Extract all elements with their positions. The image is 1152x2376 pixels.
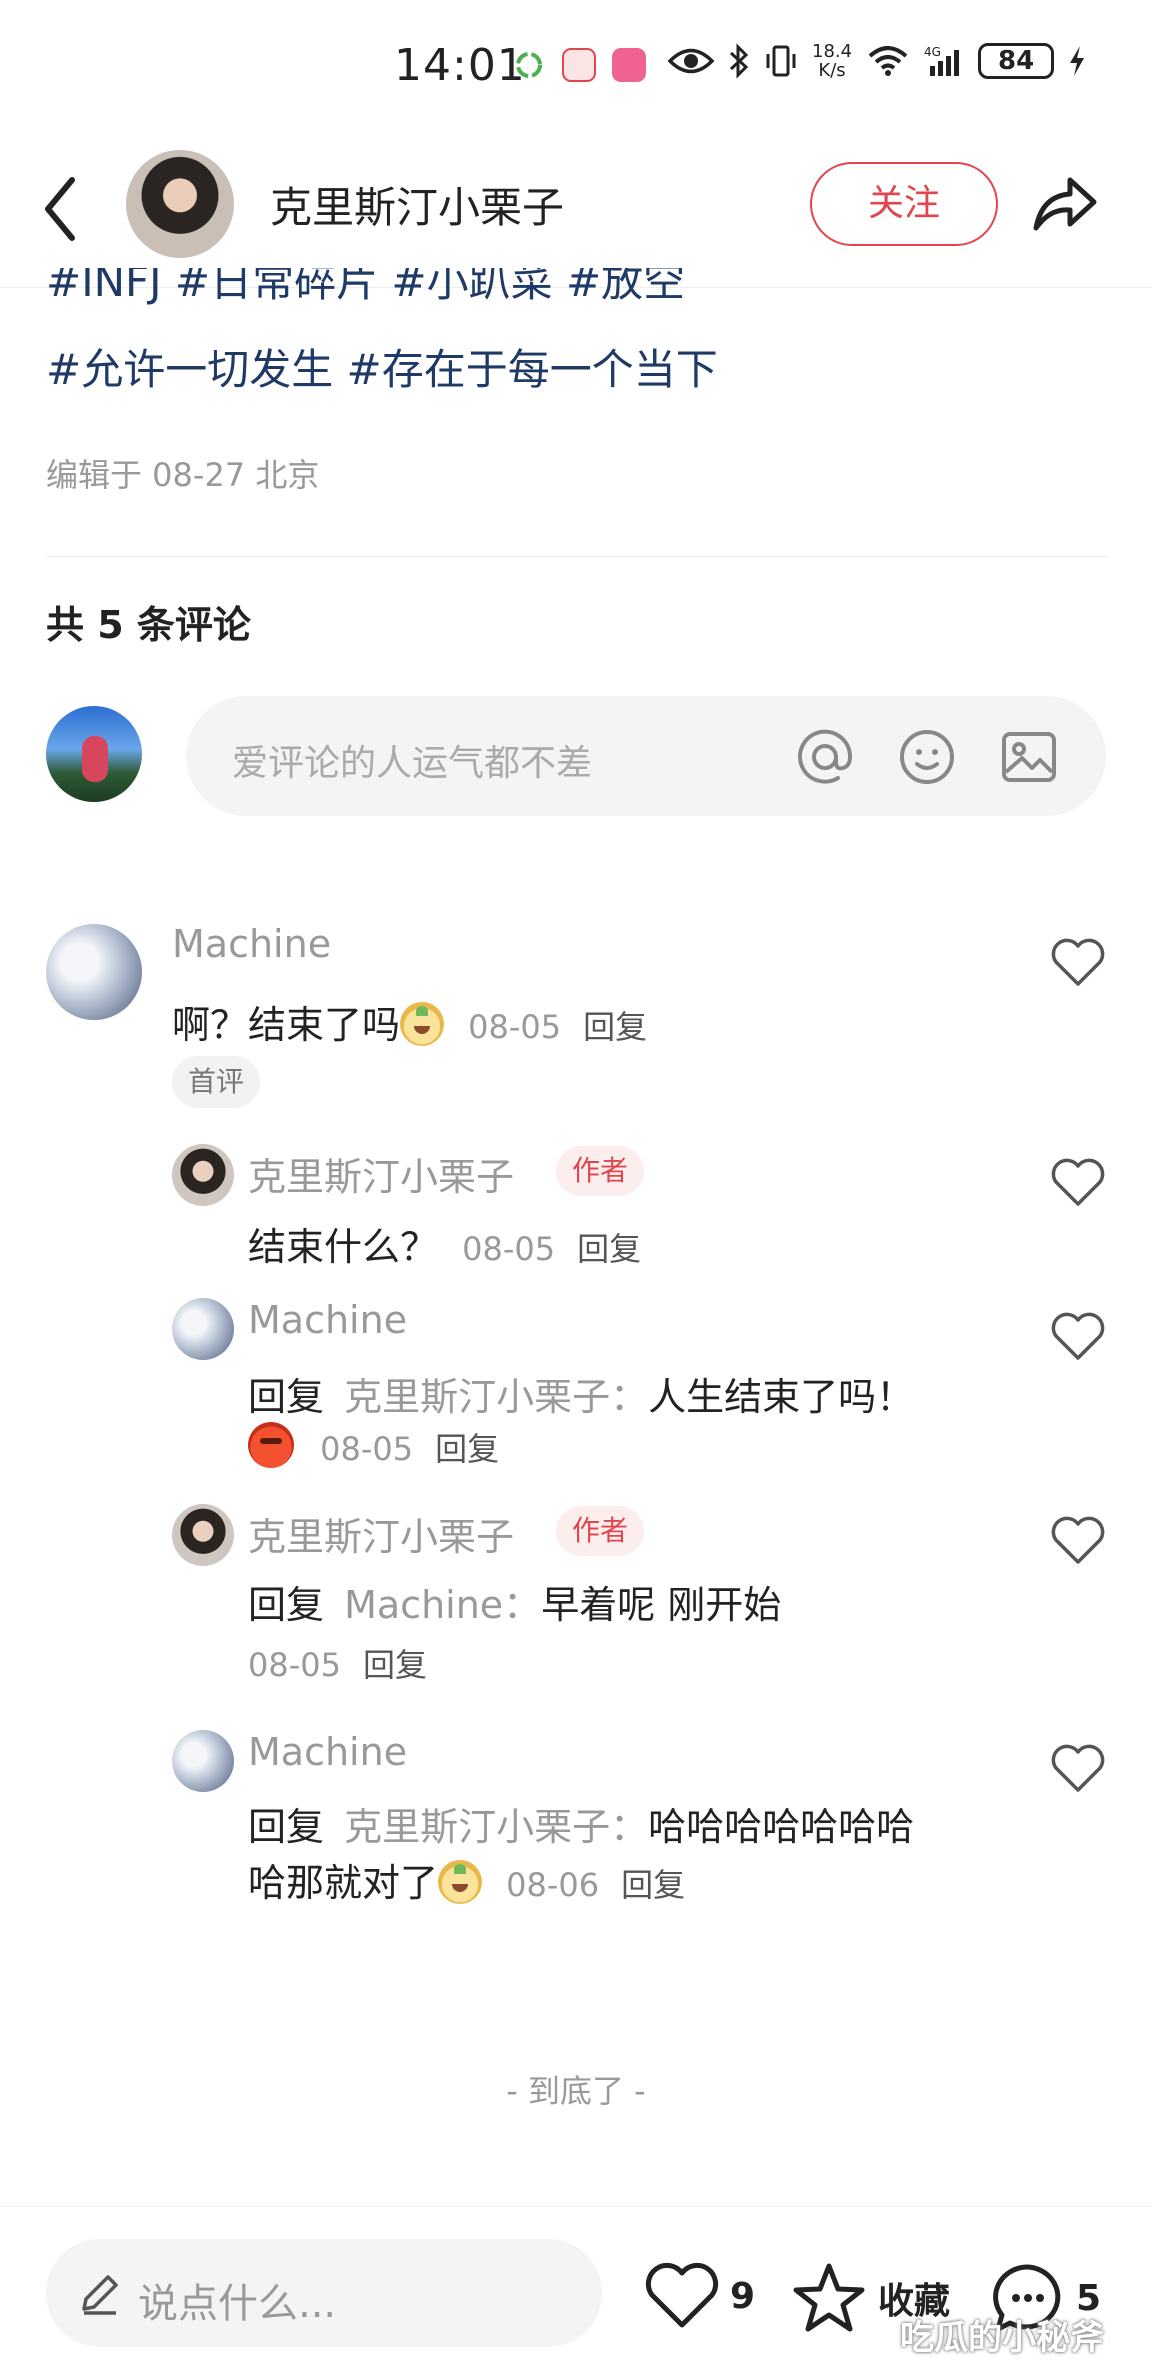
reply-to-user: Machine：	[344, 1583, 542, 1627]
recycle-app-icon	[512, 48, 546, 82]
divider	[46, 556, 1108, 557]
status-bar: 14:01 18.4 K/s 4G 84	[0, 0, 1152, 130]
reply-username[interactable]: Machine	[248, 1298, 407, 1342]
battery-indicator: 84	[978, 43, 1055, 79]
cellular-signal-icon: 4G	[924, 45, 960, 76]
mascot-emoji-icon	[438, 1860, 483, 1904]
mascot-emoji-icon	[400, 1002, 445, 1046]
status-app-icons	[512, 48, 646, 82]
reply-meta-line: 08-05 回复	[248, 1640, 427, 1686]
comment-date: 08-05	[468, 1008, 562, 1046]
reply-date: 08-05	[320, 1430, 414, 1468]
status-indicators: 18.4 K/s 4G 84	[668, 42, 1086, 80]
reply-avatar[interactable]	[172, 1144, 234, 1206]
eye-icon	[668, 48, 714, 74]
reply-body[interactable]: 回复 Machine：早着呢 刚开始	[248, 1574, 781, 1629]
speed-value: 18.4	[812, 41, 853, 62]
reply-username[interactable]: 克里斯汀小栗子	[248, 1506, 514, 1561]
post-tags-line-2[interactable]: #允许一切发生 #存在于每一个当下	[46, 336, 718, 397]
say-something-input[interactable]: 说点什么...	[46, 2239, 602, 2347]
reply-avatar[interactable]	[172, 1298, 234, 1360]
reply-date: 08-05	[248, 1646, 341, 1684]
speed-unit: K/s	[818, 60, 846, 81]
reply-prefix: 回复	[248, 1583, 325, 1627]
reply-body[interactable]: 回复 克里斯汀小栗子：人生结束了吗！	[248, 1366, 914, 1421]
comment-count: 共 5 条评论	[46, 603, 251, 647]
reply-prefix: 回复	[248, 1375, 325, 1419]
reply-date: 08-05	[462, 1230, 556, 1268]
reply-date: 08-06	[506, 1866, 600, 1904]
say-something-placeholder: 说点什么...	[138, 2281, 337, 2327]
image-icon[interactable]	[998, 726, 1060, 788]
emoji-icon[interactable]	[896, 726, 958, 788]
my-avatar	[46, 706, 142, 802]
wifi-icon	[868, 46, 908, 76]
follow-button[interactable]: 关注	[810, 162, 998, 246]
reply-text-line-2: 哈那就对了	[248, 1861, 439, 1905]
reply-text: 早着呢 刚开始	[541, 1583, 782, 1627]
reply-avatar[interactable]	[172, 1730, 234, 1792]
heart-icon	[645, 2262, 719, 2328]
comment-input-placeholder: 爱评论的人运气都不差	[232, 743, 593, 784]
reply-meta-line: 08-05 回复	[248, 1422, 499, 1470]
share-icon[interactable]	[1028, 166, 1100, 238]
back-arrow-icon[interactable]	[38, 172, 86, 246]
comment-text: 啊？结束了吗	[172, 1003, 401, 1047]
author-name[interactable]: 克里斯汀小栗子	[270, 174, 564, 235]
reply-text: 结束什么？	[248, 1225, 439, 1269]
end-of-list: - 到底了 -	[506, 2072, 646, 2110]
reply-avatar[interactable]	[172, 1504, 234, 1566]
mention-icon[interactable]	[794, 726, 856, 788]
post-header: 克里斯汀小栗子 关注	[0, 130, 1152, 288]
like-heart-icon[interactable]	[1050, 1154, 1106, 1210]
reply-button[interactable]: 回复	[577, 1230, 641, 1268]
author-badge: 作者	[556, 1146, 645, 1196]
bilibili-app-icon	[612, 48, 646, 82]
first-comment-badge: 首评	[172, 1056, 261, 1108]
reply-username[interactable]: 克里斯汀小栗子	[248, 1146, 514, 1201]
reply-to-user: 克里斯汀小栗子：	[344, 1805, 649, 1849]
like-heart-icon[interactable]	[1050, 1512, 1106, 1568]
comment-avatar[interactable]	[46, 924, 142, 1020]
reply-button[interactable]: 回复	[583, 1008, 647, 1046]
reply-body[interactable]: 回复 克里斯汀小栗子：哈哈哈哈哈哈哈	[248, 1796, 914, 1851]
like-heart-icon[interactable]	[1050, 1308, 1106, 1364]
bluetooth-icon	[729, 43, 749, 79]
comment-body[interactable]: 啊？结束了吗 08-05 回复	[172, 994, 647, 1049]
clown-app-icon	[562, 48, 596, 82]
reply-button[interactable]: 回复	[435, 1430, 499, 1468]
edit-info: 编辑于 08-27 北京	[46, 456, 320, 494]
post-tags-partial: #INFJ #日常碎片 #小趴菜 #放空	[46, 268, 1106, 318]
status-time: 14:01	[394, 40, 526, 91]
svg-text:4G: 4G	[924, 45, 941, 59]
reply-button[interactable]: 回复	[621, 1866, 685, 1904]
comment-username[interactable]: Machine	[172, 922, 331, 966]
like-count: 9	[730, 2275, 756, 2317]
like-heart-icon[interactable]	[1050, 934, 1106, 990]
pencil-icon	[82, 2275, 118, 2315]
reply-prefix: 回复	[248, 1805, 325, 1849]
star-icon	[793, 2263, 865, 2332]
reply-body[interactable]: 结束什么？ 08-05 回复	[248, 1216, 641, 1271]
watermark: 吃瓜的小秘斧	[900, 2318, 1104, 2358]
post-tags-line-1[interactable]: #INFJ #日常碎片 #小趴菜 #放空	[46, 268, 685, 309]
angry-emoji-icon	[248, 1422, 294, 1468]
comment-input[interactable]: 爱评论的人运气都不差	[186, 696, 1106, 816]
reply-text: 人生结束了吗！	[648, 1375, 915, 1419]
charging-icon	[1070, 46, 1085, 76]
reply-username[interactable]: Machine	[248, 1730, 407, 1774]
reply-text-line-1: 哈哈哈哈哈哈哈	[648, 1805, 915, 1849]
reply-to-user: 克里斯汀小栗子：	[344, 1375, 649, 1419]
like-heart-icon[interactable]	[1050, 1740, 1106, 1796]
vibrate-icon	[766, 45, 796, 77]
author-badge: 作者	[556, 1506, 645, 1556]
network-speed: 18.4 K/s	[812, 42, 852, 80]
reply-body-continued[interactable]: 哈那就对了 08-06 回复	[248, 1852, 685, 1907]
like-button[interactable]: 9	[644, 2261, 755, 2331]
author-avatar[interactable]	[126, 150, 234, 258]
reply-button[interactable]: 回复	[363, 1646, 427, 1684]
